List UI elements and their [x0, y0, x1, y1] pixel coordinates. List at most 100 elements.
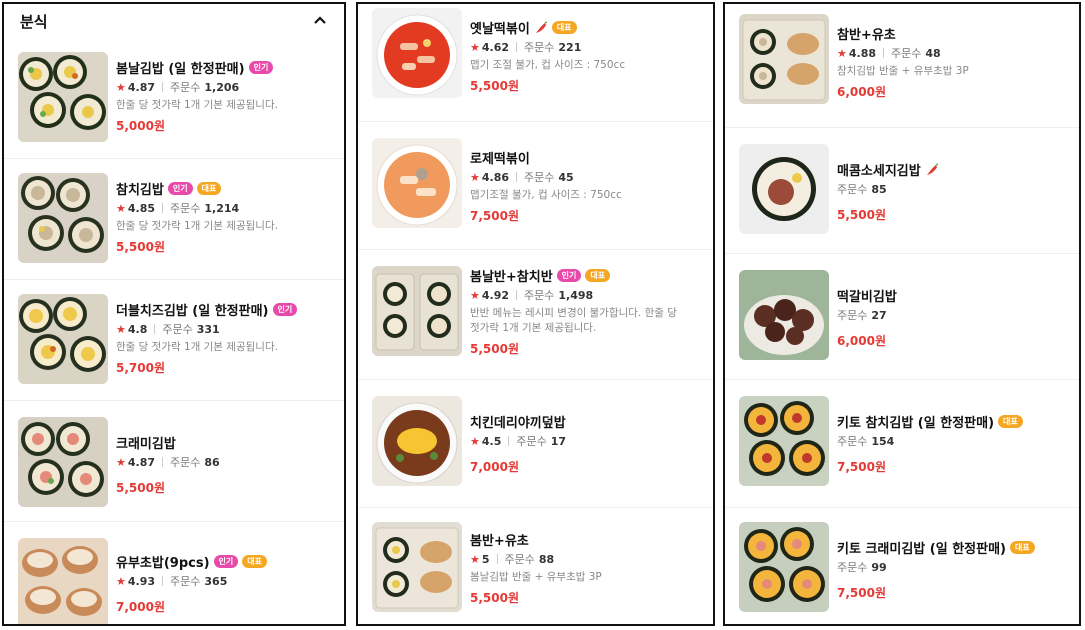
- star-icon: ★: [116, 80, 126, 94]
- food-image: [18, 52, 108, 142]
- item-rating: 4.8: [127, 322, 148, 336]
- food-image: [372, 396, 462, 486]
- category-title: 분식: [20, 12, 48, 31]
- order-count: 331: [196, 322, 220, 336]
- food-image: [739, 144, 829, 234]
- item-description: 한줄 당 젓가락 1개 기본 제공됩니다.: [116, 220, 278, 232]
- item-price: 6,000원: [837, 85, 886, 99]
- item-name: 매콤소세지김밥: [837, 163, 921, 179]
- popular-badge: 인기: [248, 60, 274, 74]
- food-image: [18, 173, 108, 263]
- food-image: [739, 14, 829, 104]
- food-image: [372, 266, 462, 356]
- menu-item[interactable]: 크래미김밥 ★ 4.87 주문수 86 5,500원: [4, 401, 344, 522]
- order-count: 88: [538, 552, 555, 566]
- menu-item[interactable]: 참반+유초 ★ 4.88 주문수 48 참치김밥 반줄 + 유부초밥 3P 6,…: [725, 4, 1079, 128]
- order-count: 1,214: [204, 201, 240, 215]
- menu-item[interactable]: 로제떡볶이 ★ 4.86 주문수 45 맵기조절 불가, 컵 사이즈 : 750…: [358, 122, 713, 250]
- menu-panel-middle: 옛날떡볶이 대표 ★ 4.62 주문수 221 맵기 조절 불가, 컵 사이즈 …: [356, 2, 715, 626]
- item-price: 7,500원: [837, 586, 886, 600]
- item-name: 크래미김밥: [116, 436, 176, 452]
- item-price: 5,700원: [116, 361, 165, 375]
- item-price: 5,500원: [116, 240, 165, 254]
- menu-panel-right: 참반+유초 ★ 4.88 주문수 48 참치김밥 반줄 + 유부초밥 3P 6,…: [723, 2, 1081, 626]
- signature-badge: 대표: [242, 554, 267, 568]
- divider: [162, 203, 164, 213]
- item-name: 떡갈비김밥: [837, 289, 897, 305]
- order-count: 99: [871, 560, 887, 574]
- orders-label: 주문수: [170, 202, 201, 215]
- menu-item[interactable]: 유부초밥(9pcs) 인기 대표 ★ 4.93 주문수 365 7,000원: [4, 522, 344, 624]
- item-description-line: 반반 메뉴는 레시피 변경이 불가합니다. 한줄 당: [470, 307, 677, 319]
- menu-item[interactable]: 참치김밥 인기 대표 ★ 4.85 주문수 1,214 한줄 당 젓가락 1개 …: [4, 159, 344, 280]
- chevron-up-icon[interactable]: [312, 13, 328, 29]
- divider: [162, 576, 164, 586]
- menu-item[interactable]: 떡갈비김밥 주문수 27 6,000원: [725, 254, 1079, 380]
- divider: [516, 290, 518, 300]
- order-count: 48: [925, 46, 941, 60]
- menu-item[interactable]: 더블치즈김밥 (일 한정판매) 인기 ★ 4.8 주문수 331 한줄 당 젓가…: [4, 280, 344, 401]
- item-price: 5,500원: [470, 342, 519, 356]
- order-count: 27: [871, 308, 887, 322]
- menu-item[interactable]: 키토 참치김밥 (일 한정판매) 대표 주문수 154 7,500원: [725, 380, 1079, 508]
- signature-badge: 대표: [585, 268, 611, 282]
- menu-item[interactable]: 치킨데리야끼덮밥 ★ 4.5 주문수 17 7,000원: [358, 380, 713, 508]
- item-price: 7,000원: [470, 460, 519, 474]
- item-rating: 5: [481, 552, 490, 566]
- signature-badge: 대표: [998, 414, 1023, 428]
- orders-label: 주문수: [837, 435, 868, 448]
- item-name: 봄반+유초: [470, 533, 529, 549]
- signature-badge: 대표: [196, 181, 222, 195]
- star-icon: ★: [470, 288, 480, 302]
- item-name: 키토 크래미김밥 (일 한정판매): [837, 541, 1006, 557]
- item-price: 5,500원: [470, 79, 519, 93]
- menu-item[interactable]: 키토 크래미김밥 (일 한정판매) 대표 주문수 99 7,500원: [725, 508, 1079, 624]
- divider: [162, 457, 164, 467]
- menu-item[interactable]: 봄날반+참치반 인기 대표 ★ 4.92 주문수 1,498 반반 메뉴는 레시…: [358, 250, 713, 380]
- popular-badge: 인기: [272, 302, 298, 316]
- item-price: 7,500원: [470, 209, 519, 223]
- orders-label: 주문수: [837, 309, 868, 322]
- divider: [883, 48, 885, 58]
- item-description: 참치김밥 반줄 + 유부초밥 3P: [837, 65, 969, 77]
- item-rating: 4.85: [127, 201, 156, 215]
- order-count: 154: [871, 434, 895, 448]
- orders-label: 주문수: [170, 575, 201, 588]
- order-count: 85: [871, 182, 887, 196]
- divider: [496, 554, 498, 564]
- item-name: 로제떡볶이: [470, 151, 530, 167]
- star-icon: ★: [470, 552, 480, 566]
- divider: [162, 82, 164, 92]
- orders-label: 주문수: [524, 41, 555, 54]
- item-name: 봄날김밥 (일 한정판매): [116, 61, 245, 77]
- menu-item[interactable]: 매콤소세지김밥 주문수 85 5,500원: [725, 128, 1079, 254]
- menu-item[interactable]: 옛날떡볶이 대표 ★ 4.62 주문수 221 맵기 조절 불가, 컵 사이즈 …: [358, 4, 713, 122]
- star-icon: ★: [116, 455, 126, 469]
- signature-badge: 대표: [1009, 540, 1035, 554]
- menu-item[interactable]: 봄반+유초 ★ 5 주문수 88 봄날김밥 반줄 + 유부초밥 3P 5,500…: [358, 508, 713, 624]
- food-image: [18, 417, 108, 507]
- star-icon: ★: [470, 170, 480, 184]
- star-icon: ★: [470, 434, 480, 448]
- star-icon: ★: [116, 574, 126, 588]
- item-price: 6,000원: [837, 334, 886, 348]
- divider: [154, 324, 156, 334]
- orders-label: 주문수: [837, 183, 868, 196]
- item-price: 5,500원: [116, 481, 165, 495]
- orders-label: 주문수: [162, 323, 193, 336]
- menu-item[interactable]: 봄날김밥 (일 한정판매) 인기 ★ 4.87 주문수 1,206 한줄 당 젓…: [4, 38, 344, 159]
- popular-badge: 인기: [167, 181, 193, 195]
- item-name: 치킨데리야끼덮밥: [470, 415, 566, 431]
- order-count: 86: [204, 455, 220, 469]
- item-rating: 4.87: [127, 455, 156, 469]
- food-image: [18, 538, 108, 624]
- star-icon: ★: [470, 40, 480, 54]
- item-name: 참치김밥: [116, 182, 164, 198]
- item-rating: 4.92: [481, 288, 510, 302]
- order-count: 17: [550, 434, 567, 448]
- category-header[interactable]: 분식: [4, 4, 344, 38]
- popular-badge: 인기: [556, 268, 582, 282]
- item-name: 키토 참치김밥 (일 한정판매): [837, 415, 995, 431]
- orders-label: 주문수: [170, 81, 201, 94]
- item-rating: 4.86: [481, 170, 510, 184]
